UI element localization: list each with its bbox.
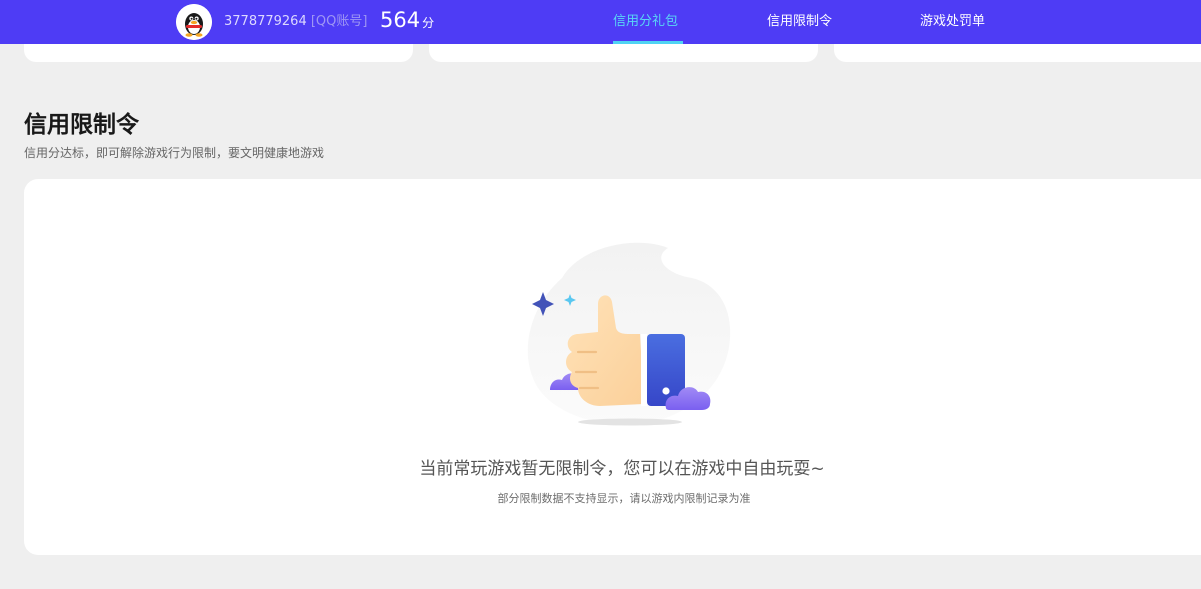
account-id: 3778779264 xyxy=(224,14,307,29)
score-value: 564 xyxy=(380,8,421,32)
header-bar: 3778779264 [QQ账号] 564 分 信用分礼包 信用限制令 游戏处罚单 xyxy=(0,0,1201,44)
section-title: 信用限制令 xyxy=(24,112,139,138)
tab-credit-gift[interactable]: 信用分礼包 xyxy=(613,13,678,31)
avatar[interactable] xyxy=(176,4,212,40)
credit-score: 564 分 xyxy=(380,6,434,37)
qq-penguin-icon xyxy=(176,4,212,40)
empty-state-note: 部分限制数据不支持显示，请以游戏内限制记录为准 xyxy=(497,492,751,505)
account-type: [QQ账号] xyxy=(310,14,368,29)
account-info: 3778779264 [QQ账号] xyxy=(224,14,367,30)
tab-game-penalty[interactable]: 游戏处罚单 xyxy=(920,13,985,31)
empty-state-message: 当前常玩游戏暂无限制令，您可以在游戏中自由玩耍~ xyxy=(419,459,825,479)
active-tab-indicator xyxy=(613,41,683,44)
section-subtitle: 信用分达标，即可解除游戏行为限制，要文明健康地游戏 xyxy=(24,146,325,160)
thumbs-up-illustration xyxy=(527,242,731,426)
score-unit: 分 xyxy=(422,16,435,30)
tab-credit-restriction[interactable]: 信用限制令 xyxy=(767,13,832,31)
